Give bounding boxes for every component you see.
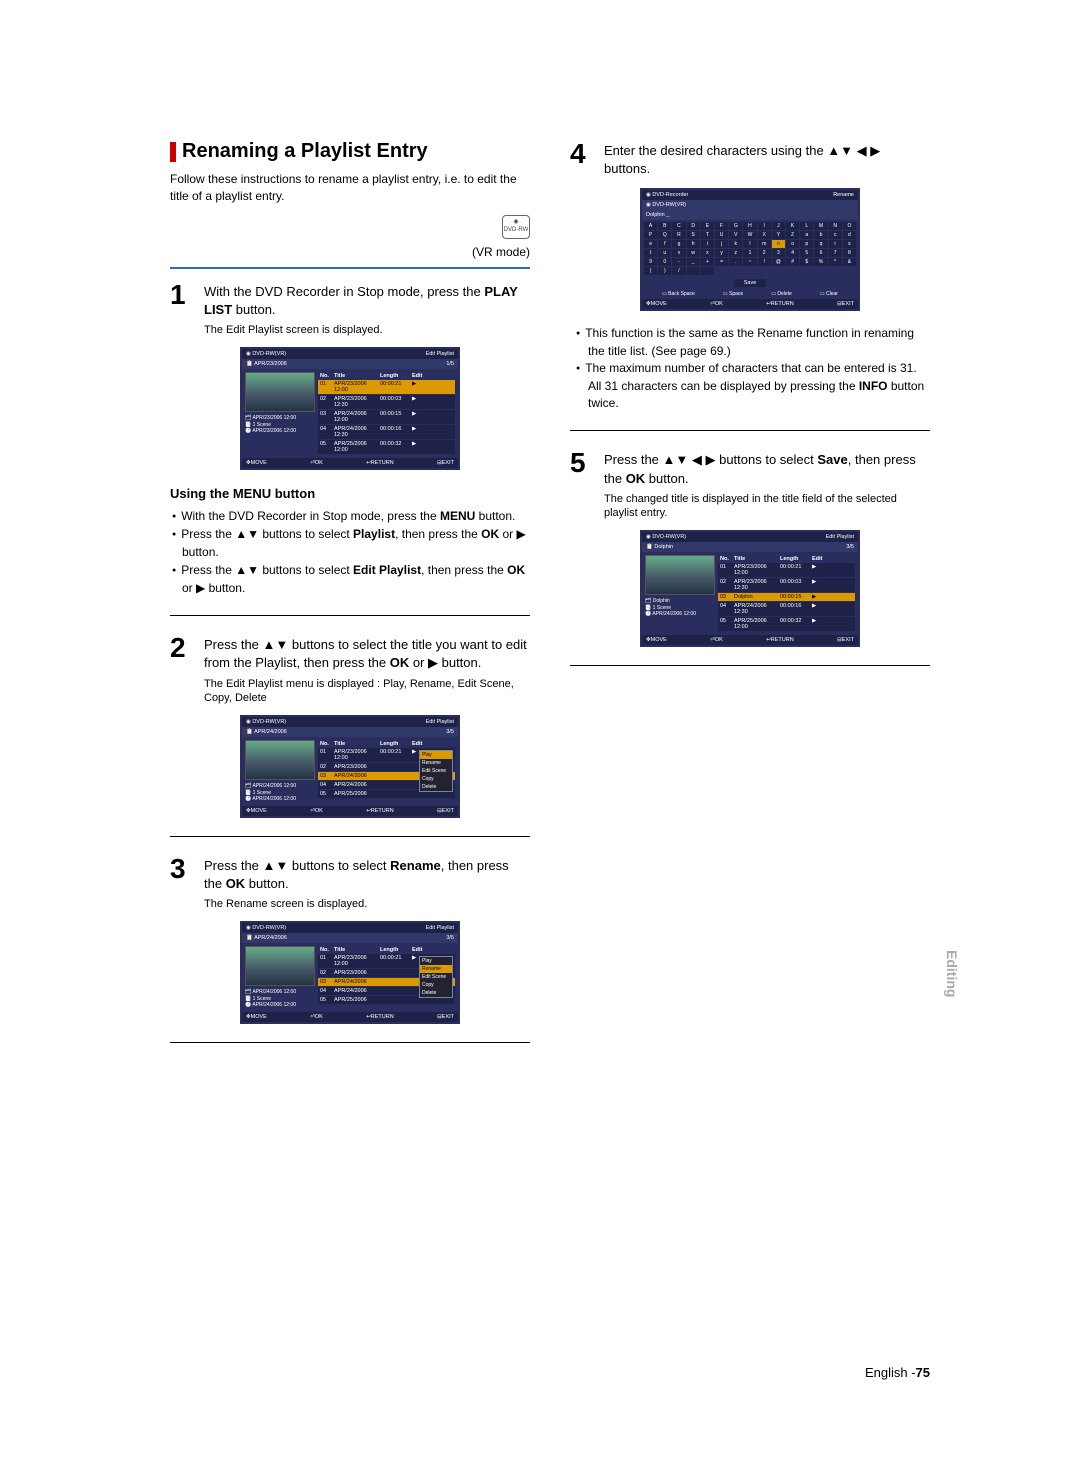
thumbnail (245, 740, 315, 780)
step-text: With the DVD Recorder in Stop mode, pres… (204, 281, 530, 338)
step-number: 4 (570, 140, 596, 178)
popup-menu: Play Rename Edit Scene Copy Delete (419, 750, 453, 792)
thumbnail (645, 555, 715, 595)
divider (170, 1042, 530, 1043)
right-column: 4 Enter the desired characters using the… (570, 140, 930, 1061)
screenshot-edit-playlist-renamed: DVD-RW(VR)Edit Playlist 📋 Dolphin3/5 🗂 D… (640, 530, 860, 647)
step-5: 5 Press the ▲▼ ◀ ▶ buttons to select Sav… (570, 449, 930, 520)
section-title: Renaming a Playlist Entry (170, 140, 530, 163)
divider (170, 615, 530, 616)
screenshot-rename-keypad: DVD-RecorderRename ◉ DVD-RW(VR) Dolphin … (640, 188, 860, 311)
side-tab-editing: Editing (944, 950, 960, 997)
screenshot-edit-playlist-1: DVD-RW(VR)Edit Playlist 📋 APR/23/20061/5… (240, 347, 460, 470)
page-footer: English -75 (865, 1365, 930, 1380)
mode-icon-block: ◉DVD-RW (170, 215, 530, 239)
thumbnail (245, 946, 315, 986)
step-text: Enter the desired characters using the ▲… (604, 140, 930, 178)
screenshot-edit-playlist-2: DVD-RW(VR)Edit Playlist 📋 APR/24/20063/5… (240, 715, 460, 818)
step-number: 1 (170, 281, 196, 338)
step-number: 2 (170, 634, 196, 705)
step-number: 5 (570, 449, 596, 520)
screenshot-edit-playlist-3: DVD-RW(VR)Edit Playlist 📋 APR/24/20063/5… (240, 921, 460, 1024)
step-3: 3 Press the ▲▼ buttons to select Rename,… (170, 855, 530, 912)
divider (170, 836, 530, 837)
thumbnail (245, 372, 315, 412)
intro-text: Follow these instructions to rename a pl… (170, 171, 530, 205)
virtual-keyboard: ABCDEFGHIJKLMNOPQRSTUVWXYZabcdefghijklmn… (642, 220, 858, 277)
step-4: 4 Enter the desired characters using the… (570, 140, 930, 178)
page: Renaming a Playlist Entry Follow these i… (0, 0, 1080, 1121)
step-2: 2 Press the ▲▼ buttons to select the tit… (170, 634, 530, 705)
divider (570, 430, 930, 431)
step-text: Press the ▲▼ buttons to select Rename, t… (204, 855, 530, 912)
step-number: 3 (170, 855, 196, 912)
menu-subheading: Using the MENU button (170, 486, 530, 501)
left-column: Renaming a Playlist Entry Follow these i… (170, 140, 530, 1061)
divider (570, 665, 930, 666)
divider (170, 267, 530, 269)
step-text: Press the ▲▼ buttons to select the title… (204, 634, 530, 705)
notes-list: This function is the same as the Rename … (570, 325, 930, 412)
step-1: 1 With the DVD Recorder in Stop mode, pr… (170, 281, 530, 338)
menu-bullets: With the DVD Recorder in Stop mode, pres… (170, 507, 530, 597)
mode-label: (VR mode) (170, 245, 530, 259)
popup-menu: Play Rename Edit Scene Copy Delete (419, 956, 453, 998)
dvd-rw-icon: ◉DVD-RW (502, 215, 530, 239)
step-text: Press the ▲▼ ◀ ▶ buttons to select Save,… (604, 449, 930, 520)
